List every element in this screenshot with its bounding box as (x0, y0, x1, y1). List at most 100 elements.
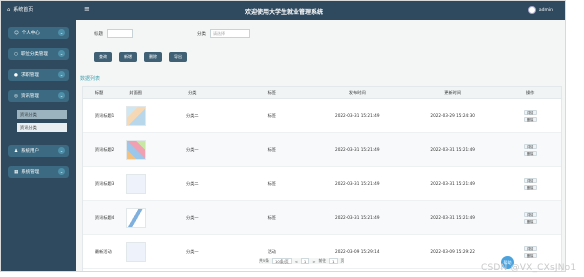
sidebar-item-label: 个人中心 (21, 31, 40, 36)
top-bar: ⌂ 系统首页 ≡ 欢迎使用大学生就业管理系统 admin (1, 1, 565, 20)
detail-button[interactable]: 详情 (523, 177, 537, 183)
cell-updated: 2022-03-29 15:24:30 (430, 113, 475, 118)
data-table: 标题 封面图 分类 标签 发布时间 更新时间 操作 资讯标题1 分类二 标签 2… (82, 86, 562, 271)
cover-image[interactable] (125, 207, 146, 228)
cell-published: 2022-03-31 15:21:49 (335, 147, 380, 152)
sidebar-item-label: 系统管理 (21, 170, 40, 175)
main-content: 标题 分类 请选择 查询 新增 删除 导出 数据列表 标题 封面图 分类 标签 … (76, 20, 565, 271)
category-filter-select[interactable]: 请选择 (210, 29, 250, 38)
cell-category: 分类二 (186, 112, 199, 118)
page-title: 欢迎使用大学生就业管理系统 (244, 9, 323, 16)
detail-button[interactable]: 详情 (523, 109, 537, 115)
detail-button[interactable]: 详情 (523, 245, 537, 251)
user-name: admin (538, 7, 553, 13)
cover-image[interactable] (125, 139, 146, 160)
cover-image[interactable] (125, 173, 146, 194)
section-title: 数据列表 (80, 76, 101, 82)
dot-icon: ● (14, 72, 18, 78)
chevron-down-icon: ⌄ (58, 147, 65, 154)
grid-icon: ▦ (14, 169, 19, 175)
column-header[interactable]: 更新时间 (406, 90, 499, 96)
cell-tag: 标签 (267, 146, 276, 152)
chevron-down-icon: ⌄ (58, 29, 65, 36)
title-filter-label: 标题 (94, 31, 103, 37)
total-count: 共5条 (259, 258, 270, 263)
cell-published: 2022-03-09 15:29:14 (335, 249, 380, 254)
delete-row-button[interactable]: 删除 (523, 116, 537, 122)
sidebar: ☺ 个人中心 ⌄ ○ 职位分类管理 ⌄ ● 求职管理 ⌄ ◎ 资讯管理 ⌄ 资讯… (1, 20, 76, 271)
cell-published: 2022-03-31 15:21:49 (335, 215, 380, 220)
column-header: 操作 (525, 89, 535, 95)
export-button[interactable]: 导出 (169, 52, 187, 62)
sidebar-subitem-news-category[interactable]: 资讯分类 (17, 123, 67, 132)
cell-tag: 标签 (267, 214, 276, 220)
sidebar-item-job-category[interactable]: ○ 职位分类管理 ⌄ (8, 48, 69, 60)
search-button[interactable]: 查询 (94, 52, 112, 62)
delete-row-button[interactable]: 删除 (523, 184, 537, 190)
next-page-button[interactable]: > (312, 259, 315, 264)
sidebar-item-news[interactable]: ◎ 资讯管理 ⌄ (8, 90, 69, 102)
cover-image[interactable] (125, 241, 146, 262)
cell-updated: 2022-03-09 15:29:22 (430, 249, 475, 254)
sidebar-item-system-management[interactable]: ▦ 系统管理 ⌄ (8, 166, 69, 178)
add-button[interactable]: 新增 (119, 52, 137, 62)
user-icon: ♟ (14, 148, 19, 154)
sidebar-subitem-news[interactable]: 资讯分类 (17, 110, 67, 119)
pagination: 共5条 10条/页 < 1 > 前往 1 页 (259, 258, 345, 264)
page-unit-label: 页 (340, 258, 345, 263)
watermark: CSDN @VX_CXsJNo1 (481, 263, 577, 273)
sidebar-item-system-users[interactable]: ♟ 系统用户 ⌄ (8, 145, 69, 157)
goto-page-input[interactable]: 1 (329, 258, 338, 264)
cell-published: 2022-03-31 15:21:49 (335, 181, 380, 186)
cell-published: 2022-03-31 15:21:49 (335, 113, 380, 118)
detail-button[interactable]: 详情 (523, 143, 537, 149)
delete-button[interactable]: 删除 (144, 52, 162, 62)
cell-category: 分类一 (186, 248, 199, 254)
chevron-down-icon: ⌄ (58, 71, 65, 78)
sidebar-item-label: 系统用户 (21, 149, 40, 154)
cover-image[interactable] (125, 105, 146, 126)
category-filter-label: 分类 (197, 31, 206, 37)
cell-tag: 标签 (267, 180, 276, 186)
sidebar-subitem-label: 资讯分类 (20, 111, 37, 117)
column-header[interactable]: 标签 (235, 90, 309, 96)
delete-row-button[interactable]: 删除 (523, 150, 537, 156)
cell-updated: 2022-03-31 15:21:49 (430, 147, 475, 152)
cell-category: 分类一 (186, 214, 199, 220)
cell-title: 资讯标题2 (94, 146, 115, 152)
detail-button[interactable]: 详情 (523, 211, 537, 217)
user-icon: ☺ (14, 30, 19, 36)
column-header[interactable]: 标题 (95, 90, 122, 96)
column-header[interactable]: 分类 (150, 90, 235, 96)
avatar (527, 6, 536, 14)
delete-row-button[interactable]: 删除 (523, 252, 537, 258)
user-menu[interactable]: admin (527, 6, 553, 14)
search-bar: 标题 分类 请选择 (94, 29, 250, 38)
chevron-down-icon: ⌄ (58, 92, 65, 99)
page-size-select[interactable]: 10条/页 (272, 258, 292, 264)
cell-tag: 活动 (267, 248, 276, 254)
sidebar-item-applications[interactable]: ● 求职管理 ⌄ (8, 69, 69, 81)
current-page[interactable]: 1 (300, 258, 310, 264)
sidebar-item-label: 资讯管理 (20, 94, 39, 99)
sidebar-subitem-label: 资讯分类 (20, 124, 37, 130)
sidebar-item-profile[interactable]: ☺ 个人中心 ⌄ (8, 27, 69, 39)
table-row[interactable]: 资讯标题2 分类一 标签 2022-03-31 15:21:49 2022-03… (83, 133, 561, 167)
cell-title: 资讯标题4 (94, 214, 115, 220)
cell-title: 资讯标题1 (94, 112, 115, 118)
chevron-down-icon: ⌄ (58, 50, 65, 57)
delete-row-button[interactable]: 删除 (523, 218, 537, 224)
table-row[interactable]: 资讯标题4 分类一 标签 2022-03-31 15:21:49 2022-03… (83, 201, 561, 235)
prev-page-button[interactable]: < (295, 259, 298, 264)
toolbar: 查询 新增 删除 导出 (94, 52, 187, 62)
sidebar-item-label: 求职管理 (20, 73, 39, 78)
sidebar-item-label: 职位分类管理 (20, 52, 48, 57)
goto-label: 前往 (318, 258, 327, 263)
news-icon: ◎ (14, 93, 18, 99)
table-row[interactable]: 资讯标题1 分类二 标签 2022-03-31 15:21:49 2022-03… (83, 99, 561, 133)
cell-updated: 2022-03-31 15:21:49 (430, 181, 475, 186)
title-filter-input[interactable] (107, 29, 133, 38)
table-row[interactable]: 资讯标题3 分类二 标签 2022-03-31 15:21:49 2022-03… (83, 167, 561, 201)
app-window: ⌂ 系统首页 ≡ 欢迎使用大学生就业管理系统 admin ☺ 个人中心 ⌄ ○ … (0, 0, 566, 272)
column-header[interactable]: 发布时间 (309, 90, 406, 96)
